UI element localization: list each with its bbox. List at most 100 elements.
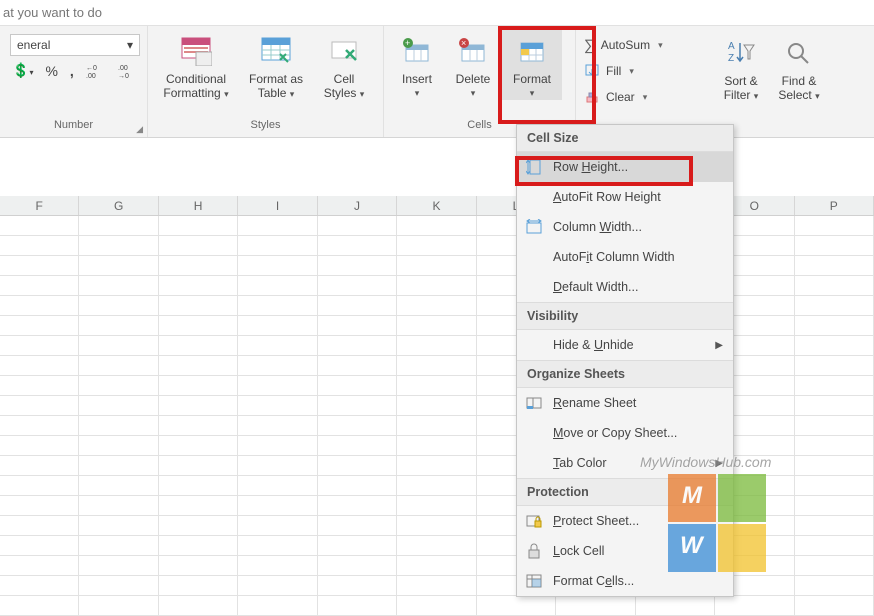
format-button[interactable]: Format ▾ <box>502 30 562 100</box>
cell[interactable] <box>0 516 79 536</box>
cell[interactable] <box>79 456 158 476</box>
cell[interactable] <box>397 536 476 556</box>
percent-button[interactable]: % <box>45 63 57 79</box>
cell[interactable] <box>318 576 397 596</box>
cell[interactable] <box>318 296 397 316</box>
grid-row[interactable] <box>0 476 874 496</box>
cell[interactable] <box>79 296 158 316</box>
menu-row-height[interactable]: Row Height... <box>517 152 733 182</box>
cell[interactable] <box>0 336 79 356</box>
cell[interactable] <box>79 276 158 296</box>
grid-row[interactable] <box>0 436 874 456</box>
cell[interactable] <box>795 456 874 476</box>
increase-decimal-button[interactable]: ←0.00 <box>86 63 106 79</box>
cell[interactable] <box>477 596 556 616</box>
autosum-button[interactable]: ∑ AutoSum▾ <box>584 34 708 56</box>
cell-styles-button[interactable]: Cell Styles ▾ <box>314 30 374 101</box>
grid-row[interactable] <box>0 556 874 576</box>
currency-button[interactable]: 💲▾ <box>12 62 33 79</box>
cell[interactable] <box>636 596 715 616</box>
menu-rename-sheet[interactable]: Rename Sheet <box>517 388 733 418</box>
grid-row[interactable] <box>0 236 874 256</box>
cell[interactable] <box>79 596 158 616</box>
cell[interactable] <box>795 296 874 316</box>
grid-row[interactable] <box>0 216 874 236</box>
cell[interactable] <box>556 596 635 616</box>
grid-row[interactable] <box>0 316 874 336</box>
cell[interactable] <box>238 536 317 556</box>
grid-row[interactable] <box>0 256 874 276</box>
cell[interactable] <box>318 396 397 416</box>
cell[interactable] <box>79 356 158 376</box>
column-header[interactable]: F <box>0 196 79 215</box>
fill-button[interactable]: Fill▾ <box>584 60 708 82</box>
cell[interactable] <box>0 316 79 336</box>
cell[interactable] <box>159 456 238 476</box>
cell[interactable] <box>79 236 158 256</box>
column-header[interactable]: H <box>159 196 238 215</box>
cell[interactable] <box>397 236 476 256</box>
menu-hide-unhide[interactable]: Hide & Unhide ▶ <box>517 330 733 360</box>
cell[interactable] <box>238 296 317 316</box>
cell[interactable] <box>397 216 476 236</box>
cell[interactable] <box>397 476 476 496</box>
cell[interactable] <box>0 236 79 256</box>
grid-row[interactable] <box>0 416 874 436</box>
format-as-table-button[interactable]: Format as Table ▾ <box>238 30 314 101</box>
grid-row[interactable] <box>0 496 874 516</box>
cell[interactable] <box>238 236 317 256</box>
cell[interactable] <box>397 516 476 536</box>
cell[interactable] <box>0 296 79 316</box>
cell[interactable] <box>0 356 79 376</box>
cell[interactable] <box>79 316 158 336</box>
cell[interactable] <box>79 516 158 536</box>
cell[interactable] <box>397 276 476 296</box>
cell[interactable] <box>318 236 397 256</box>
cell[interactable] <box>795 356 874 376</box>
cell[interactable] <box>238 496 317 516</box>
cell[interactable] <box>79 256 158 276</box>
worksheet-grid[interactable] <box>0 216 874 616</box>
menu-lock-cell[interactable]: Lock Cell <box>517 536 733 566</box>
cell[interactable] <box>159 576 238 596</box>
cell[interactable] <box>318 436 397 456</box>
cell[interactable] <box>795 516 874 536</box>
cell[interactable] <box>79 396 158 416</box>
cell[interactable] <box>318 216 397 236</box>
cell[interactable] <box>318 456 397 476</box>
cell[interactable] <box>79 416 158 436</box>
cell[interactable] <box>397 456 476 476</box>
cell[interactable] <box>397 256 476 276</box>
menu-autofit-row[interactable]: AutoFit Row Height <box>517 182 733 212</box>
column-header[interactable]: G <box>79 196 158 215</box>
cell[interactable] <box>0 416 79 436</box>
cell[interactable] <box>238 456 317 476</box>
cell[interactable] <box>0 576 79 596</box>
tell-me-bar[interactable]: at you want to do <box>0 0 874 26</box>
grid-row[interactable] <box>0 596 874 616</box>
cell[interactable] <box>238 216 317 236</box>
cell[interactable] <box>238 256 317 276</box>
cell[interactable] <box>238 396 317 416</box>
decrease-decimal-button[interactable]: .00→0 <box>118 63 138 79</box>
cell[interactable] <box>795 376 874 396</box>
cell[interactable] <box>159 516 238 536</box>
cell[interactable] <box>238 376 317 396</box>
cell[interactable] <box>79 496 158 516</box>
cell[interactable] <box>238 416 317 436</box>
grid-row[interactable] <box>0 516 874 536</box>
cell[interactable] <box>795 236 874 256</box>
cell[interactable] <box>318 376 397 396</box>
cell[interactable] <box>0 436 79 456</box>
cell[interactable] <box>0 456 79 476</box>
cell[interactable] <box>238 436 317 456</box>
cell[interactable] <box>159 416 238 436</box>
grid-row[interactable] <box>0 336 874 356</box>
cell[interactable] <box>795 556 874 576</box>
grid-row[interactable] <box>0 576 874 596</box>
column-header[interactable]: I <box>238 196 317 215</box>
menu-column-width[interactable]: Column Width... <box>517 212 733 242</box>
cell[interactable] <box>159 236 238 256</box>
cell[interactable] <box>318 516 397 536</box>
cell[interactable] <box>318 336 397 356</box>
